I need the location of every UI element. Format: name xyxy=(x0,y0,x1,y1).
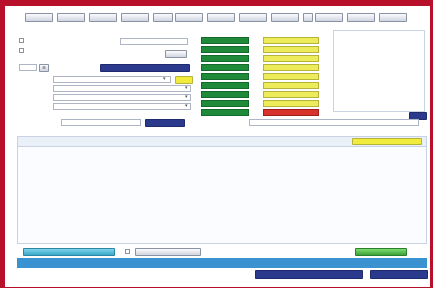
search-right-label xyxy=(191,119,245,125)
search-label xyxy=(19,119,57,125)
green-button-9[interactable] xyxy=(201,109,249,116)
form-row-label xyxy=(19,103,49,109)
chevron-down-icon[interactable]: ▾ xyxy=(185,94,188,101)
action-middle-button[interactable] xyxy=(135,248,201,256)
toolbar-button-2[interactable] xyxy=(57,13,85,22)
mid-button[interactable] xyxy=(165,50,187,58)
checkbox-1[interactable] xyxy=(19,38,24,43)
status-text xyxy=(21,260,81,266)
green-button-4[interactable] xyxy=(201,64,249,71)
yellow-button-4[interactable] xyxy=(263,64,319,71)
form-row-label xyxy=(19,94,49,100)
right-panel xyxy=(333,30,425,112)
status-button-1[interactable] xyxy=(255,270,363,279)
yellow-button-1[interactable] xyxy=(263,37,319,44)
action-right-text xyxy=(249,249,335,255)
green-panel-label xyxy=(201,28,241,34)
toolbar-button-11[interactable] xyxy=(315,13,343,22)
status-left-value xyxy=(21,271,51,277)
yellow-button-8[interactable] xyxy=(263,100,319,107)
yellow-button-2[interactable] xyxy=(263,46,319,53)
yellow-button-6[interactable] xyxy=(263,82,319,89)
list-button[interactable]: ☰ xyxy=(39,64,49,72)
checkbox-2-label xyxy=(27,48,61,54)
toolbar-button-9[interactable] xyxy=(271,13,299,22)
form-row-label xyxy=(19,76,49,82)
chevron-down-icon[interactable]: ▾ xyxy=(185,103,188,110)
toolbar-button-6[interactable] xyxy=(175,13,203,22)
green-button-8[interactable] xyxy=(201,100,249,107)
section-label xyxy=(19,28,61,34)
small-field[interactable] xyxy=(19,64,37,71)
toolbar-button-8[interactable] xyxy=(239,13,267,22)
yellow-panel-label xyxy=(261,28,301,34)
mid-label xyxy=(120,28,180,34)
green-button-2[interactable] xyxy=(201,46,249,53)
toolbar-button-13[interactable] xyxy=(379,13,407,22)
toolbar-button-10[interactable] xyxy=(303,13,313,22)
green-button-6[interactable] xyxy=(201,82,249,89)
checkbox-1-label xyxy=(27,38,57,44)
toolbar-button-1[interactable] xyxy=(25,13,53,22)
navy-header-button[interactable] xyxy=(100,64,190,72)
list-icon: ☰ xyxy=(42,65,46,70)
mid-field[interactable] xyxy=(120,38,188,45)
status-button-2[interactable] xyxy=(370,270,428,279)
search-field[interactable] xyxy=(61,119,141,126)
form-row-field[interactable] xyxy=(53,103,191,110)
action-checkbox[interactable] xyxy=(125,249,130,254)
toolbar-button-12[interactable] xyxy=(347,13,375,22)
green-button-7[interactable] xyxy=(201,91,249,98)
checkbox-2[interactable] xyxy=(19,48,24,53)
app-window: ☰ ▾ ▾ ▾ ▾ xyxy=(5,6,430,287)
form-row-label xyxy=(19,85,49,91)
search-button[interactable] xyxy=(145,119,185,127)
green-button-1[interactable] xyxy=(201,37,249,44)
list-area xyxy=(17,136,427,244)
toolbar-button-4[interactable] xyxy=(121,13,149,22)
yellow-button-7[interactable] xyxy=(263,91,319,98)
action-left-button[interactable] xyxy=(23,248,115,256)
toolbar-button-3[interactable] xyxy=(89,13,117,22)
form-row-field[interactable] xyxy=(53,94,191,101)
green-button-3[interactable] xyxy=(201,55,249,62)
form-row-field[interactable] xyxy=(53,76,171,83)
toolbar-button-7[interactable] xyxy=(207,13,235,22)
toolbar-button-5[interactable] xyxy=(153,13,173,22)
yellow-small-button[interactable] xyxy=(175,76,193,84)
chevron-down-icon[interactable]: ▾ xyxy=(163,76,166,83)
yellow-button-9[interactable] xyxy=(263,109,319,116)
status-mid-value xyxy=(140,271,170,277)
chevron-down-icon[interactable]: ▾ xyxy=(185,85,188,92)
form-row-field[interactable] xyxy=(53,85,191,92)
search-right-field[interactable] xyxy=(249,119,419,126)
green-button-5[interactable] xyxy=(201,73,249,80)
yellow-button-5[interactable] xyxy=(263,73,319,80)
action-green-button[interactable] xyxy=(355,248,407,256)
yellow-button-3[interactable] xyxy=(263,55,319,62)
list-header-left xyxy=(22,139,132,145)
list-header-right[interactable] xyxy=(352,138,422,145)
